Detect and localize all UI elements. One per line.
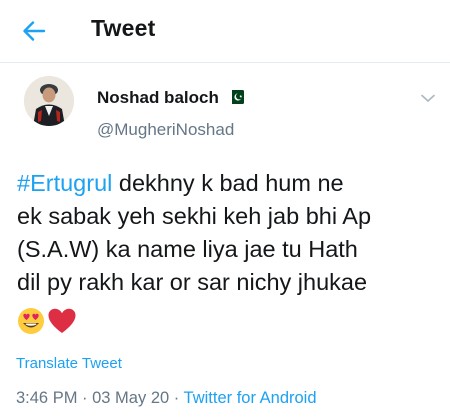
- avatar-image: [24, 76, 74, 126]
- page-title: Tweet: [91, 15, 156, 41]
- tweet-line-1-text: dekhny k bad hum ne: [112, 170, 344, 196]
- tweet-meta: 3:46 PM · 03 May 20 · Twitter for Androi…: [16, 389, 317, 408]
- tweet-time: 3:46 PM: [16, 389, 78, 407]
- tweet-line-3: (S.A.W) ka name liya jae tu Hath: [17, 236, 358, 262]
- heart-eyes-emoji: [18, 308, 44, 334]
- meta-separator: ·: [169, 389, 184, 407]
- chevron-down-icon: [421, 94, 435, 102]
- tweet-date: 03 May 20: [92, 389, 170, 407]
- pakistan-flag-icon: [228, 90, 244, 104]
- tweet-line-1: #Ertugrul dekhny k bad hum ne: [17, 167, 442, 200]
- author-display-name[interactable]: Noshad baloch: [97, 88, 219, 108]
- back-button[interactable]: [18, 15, 50, 47]
- tweet-emojis: [17, 306, 77, 336]
- tweet-line-2: ek sabak yeh sekhi keh jab bhi Ap: [17, 203, 372, 229]
- translate-tweet-link[interactable]: Translate Tweet: [16, 355, 122, 372]
- tweet-line-4: dil py rakh kar or sar nichy jhukae: [17, 269, 368, 295]
- meta-separator: ·: [77, 389, 93, 407]
- author-handle[interactable]: @MugheriNoshad: [97, 120, 234, 140]
- top-bar: Tweet: [0, 0, 450, 63]
- tweet-detail-page: Tweet Noshad baloch @MugheriNoshad #Ertu…: [0, 0, 450, 420]
- more-options-button[interactable]: [418, 90, 438, 106]
- tweet-source-link[interactable]: Twitter for Android: [184, 389, 317, 407]
- avatar[interactable]: [24, 76, 74, 126]
- red-heart-emoji: [48, 308, 76, 333]
- arrow-left-icon: [23, 21, 46, 41]
- tweet-text: #Ertugrul dekhny k bad hum ne ek sabak y…: [17, 167, 442, 299]
- hashtag-link[interactable]: #Ertugrul: [17, 170, 112, 196]
